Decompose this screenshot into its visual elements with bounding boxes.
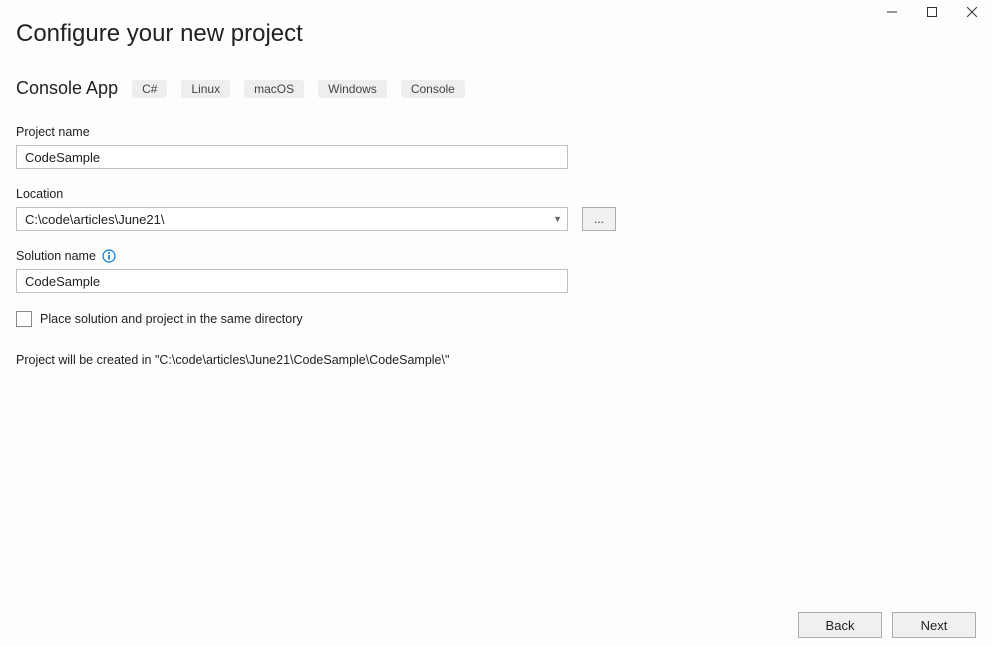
- browse-button[interactable]: ...: [582, 207, 616, 231]
- project-name-label: Project name: [16, 125, 620, 139]
- template-tag: macOS: [244, 80, 304, 98]
- same-directory-row: Place solution and project in the same d…: [16, 311, 620, 327]
- footer-buttons: Back Next: [798, 612, 976, 638]
- solution-name-block: Solution name: [16, 249, 620, 293]
- project-name-input[interactable]: [16, 145, 568, 169]
- same-directory-label: Place solution and project in the same d…: [40, 312, 303, 326]
- template-tag: C#: [132, 80, 167, 98]
- next-button[interactable]: Next: [892, 612, 976, 638]
- location-input[interactable]: [16, 207, 568, 231]
- page-title: Configure your new project: [16, 20, 976, 48]
- creation-path-summary: Project will be created in "C:\code\arti…: [16, 353, 620, 367]
- template-row: Console App C# Linux macOS Windows Conso…: [16, 78, 976, 99]
- solution-name-label-text: Solution name: [16, 249, 96, 263]
- solution-name-input[interactable]: [16, 269, 568, 293]
- same-directory-checkbox[interactable]: [16, 311, 32, 327]
- info-icon[interactable]: [102, 249, 116, 263]
- template-tag: Linux: [181, 80, 230, 98]
- template-name: Console App: [16, 78, 118, 99]
- template-tag: Windows: [318, 80, 387, 98]
- back-button[interactable]: Back: [798, 612, 882, 638]
- main-content: Configure your new project Console App C…: [16, 20, 976, 367]
- solution-name-label: Solution name: [16, 249, 620, 263]
- location-combo[interactable]: ▼: [16, 207, 568, 231]
- form-section: Project name Location ▼ ... Solution nam…: [16, 125, 620, 367]
- project-name-block: Project name: [16, 125, 620, 169]
- location-label: Location: [16, 187, 620, 201]
- template-tag: Console: [401, 80, 465, 98]
- location-block: Location ▼ ...: [16, 187, 620, 231]
